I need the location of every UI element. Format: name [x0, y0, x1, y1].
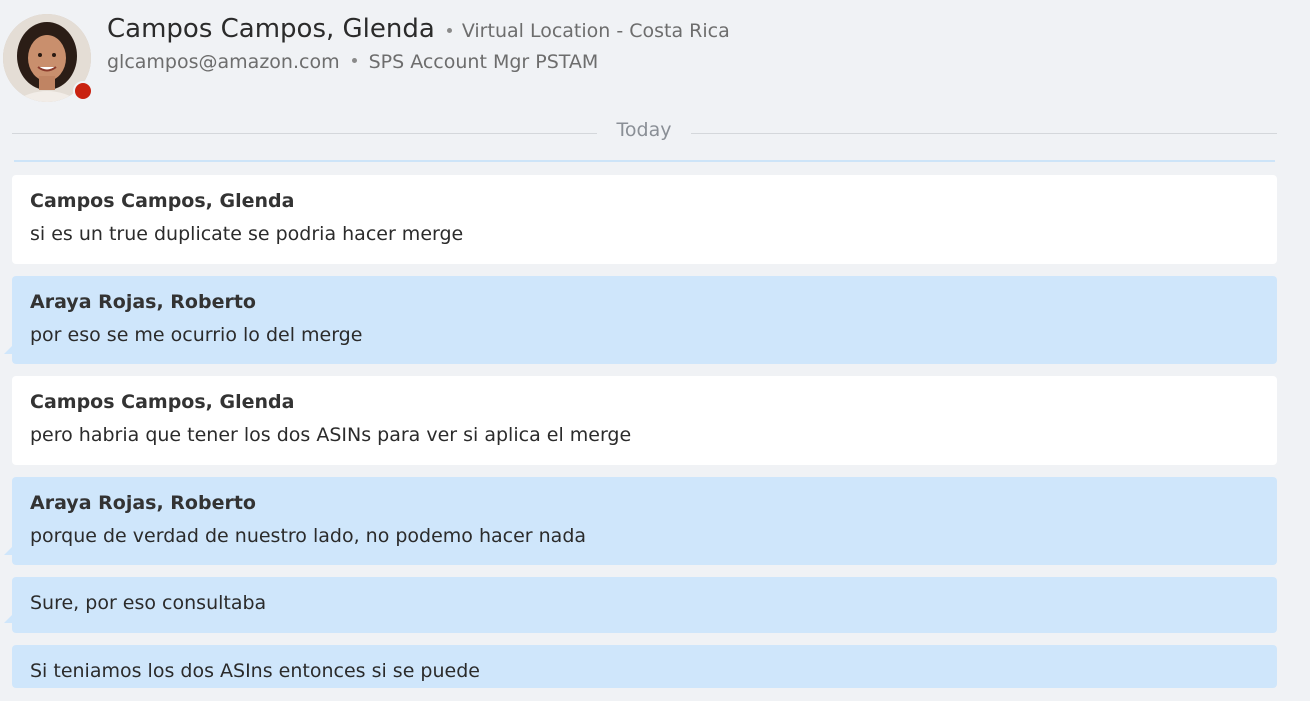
message-list-top-rule — [14, 160, 1275, 162]
contact-location: Virtual Location - Costa Rica — [461, 20, 730, 42]
divider-line-right — [691, 133, 1277, 134]
message-text: por eso se me ocurrio lo del merge — [30, 324, 363, 346]
message-text: pero habria que tener los dos ASINs para… — [30, 424, 632, 446]
message-sender: Araya Rojas, Roberto — [30, 492, 256, 514]
message-item[interactable]: Araya Rojas, Roberto por eso se me ocurr… — [4, 276, 1277, 364]
separator-dot-icon — [446, 28, 452, 33]
contact-title: SPS Account Mgr PSTAM — [368, 51, 599, 73]
contact-name[interactable]: Campos Campos, Glenda — [107, 14, 435, 44]
contact-name-line: Campos Campos, Glenda Virtual Location - … — [107, 14, 730, 44]
message-item[interactable]: Araya Rojas, Roberto porque de verdad de… — [4, 477, 1277, 565]
divider-line-left — [12, 133, 597, 134]
message-text: Sure, por eso consultaba — [30, 592, 267, 614]
message-text: porque de verdad de nuestro lado, no pod… — [30, 525, 587, 547]
contact-email[interactable]: glcampos@amazon.com — [107, 51, 340, 73]
message-item[interactable]: Si teniamos los dos ASIns entonces si se… — [12, 645, 1277, 688]
separator-dot-icon — [351, 58, 357, 63]
message-sender: Campos Campos, Glenda — [30, 391, 295, 413]
date-divider: Today — [12, 119, 1277, 145]
date-divider-label: Today — [616, 119, 672, 141]
message-sender: Araya Rojas, Roberto — [30, 291, 256, 313]
message-item[interactable]: Campos Campos, Glenda pero habria que te… — [12, 376, 1277, 465]
message-sender: Campos Campos, Glenda — [30, 190, 295, 212]
contact-details-line: glcampos@amazon.com SPS Account Mgr PSTAM — [107, 51, 598, 73]
message-item[interactable]: Sure, por eso consultaba — [4, 577, 1277, 633]
presence-status-icon — [73, 81, 93, 101]
message-item[interactable]: Campos Campos, Glenda si es un true dupl… — [12, 175, 1277, 264]
message-text: si es un true duplicate se podria hacer … — [30, 223, 464, 245]
message-text: Si teniamos los dos ASIns entonces si se… — [30, 660, 480, 682]
conversation-header: Campos Campos, Glenda Virtual Location - … — [0, 0, 1310, 110]
